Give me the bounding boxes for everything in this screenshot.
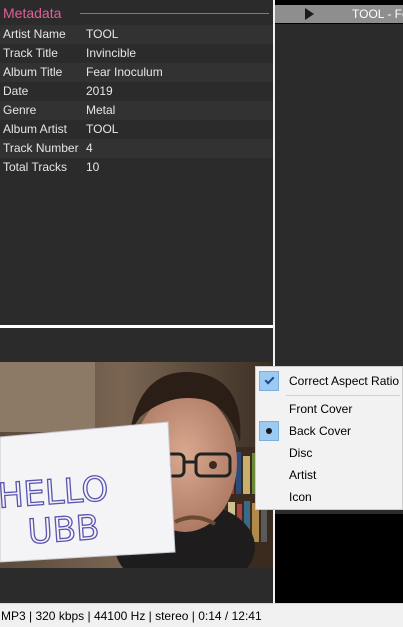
metadata-title: Metadata: [3, 5, 62, 21]
metadata-key: Total Tracks: [3, 160, 68, 174]
metadata-header: Metadata: [0, 4, 273, 24]
menu-item-artist[interactable]: Artist: [256, 464, 402, 486]
metadata-value: Metal: [86, 103, 116, 117]
radio-dot-icon: [259, 421, 279, 441]
metadata-value: 2019: [86, 84, 113, 98]
metadata-row-genre[interactable]: Genre Metal: [0, 101, 273, 120]
album-art-panel[interactable]: HELLO UBB: [0, 328, 273, 603]
menu-item-label: Disc: [289, 446, 313, 460]
menu-item-label: Artist: [289, 468, 317, 482]
metadata-value: TOOL: [86, 27, 119, 41]
album-art-context-menu: Correct Aspect Ratio Front Cover Back Co…: [255, 366, 403, 510]
metadata-header-rule: [80, 13, 269, 14]
metadata-key: Artist Name: [3, 27, 66, 41]
metadata-value: 10: [86, 160, 100, 174]
status-text: MP3 | 320 kbps | 44100 Hz | stereo | 0:1…: [1, 609, 262, 623]
play-icon: [305, 8, 314, 20]
album-art-photo: HELLO UBB: [0, 362, 273, 568]
metadata-value: Fear Inoculum: [86, 65, 163, 79]
menu-item-back-cover[interactable]: Back Cover: [256, 420, 402, 442]
menu-item-label: Front Cover: [289, 402, 353, 416]
check-icon: [259, 371, 279, 391]
album-art-image[interactable]: HELLO UBB: [0, 362, 273, 568]
metadata-row-date[interactable]: Date 2019: [0, 82, 273, 101]
metadata-table: Artist Name TOOL Track Title Invincible …: [0, 25, 273, 177]
menu-item-label: Icon: [289, 490, 312, 504]
metadata-row-track-title[interactable]: Track Title Invincible: [0, 44, 273, 63]
menu-item-label: Correct Aspect Ratio: [289, 374, 400, 388]
menu-item-front-cover[interactable]: Front Cover: [256, 398, 402, 420]
metadata-key: Album Title: [3, 65, 63, 79]
playlist-item-now-playing[interactable]: TOOL - Fe: [275, 5, 403, 23]
metadata-value: TOOL: [86, 122, 119, 136]
metadata-key: Track Title: [3, 46, 58, 60]
metadata-panel: Metadata Artist Name TOOL Track Title In…: [0, 0, 273, 325]
menu-separator: [286, 395, 400, 396]
metadata-row-album-artist[interactable]: Album Artist TOOL: [0, 120, 273, 139]
metadata-row-track-number[interactable]: Track Number 4: [0, 139, 273, 158]
metadata-key: Date: [3, 84, 29, 98]
metadata-row-artist-name[interactable]: Artist Name TOOL: [0, 25, 273, 44]
sign-text-line-2: UBB: [27, 508, 101, 553]
menu-item-correct-aspect-ratio[interactable]: Correct Aspect Ratio: [256, 370, 402, 392]
playlist-panel: TOOL - Fe: [275, 0, 403, 603]
metadata-key: Album Artist: [3, 122, 68, 136]
metadata-value: 4: [86, 141, 93, 155]
menu-item-label: Back Cover: [289, 424, 352, 438]
metadata-row-album-title[interactable]: Album Title Fear Inoculum: [0, 63, 273, 82]
metadata-row-total-tracks[interactable]: Total Tracks 10: [0, 158, 273, 177]
playlist-item-title: TOOL - Fe: [352, 7, 403, 21]
menu-item-disc[interactable]: Disc: [256, 442, 402, 464]
status-bar: MP3 | 320 kbps | 44100 Hz | stereo | 0:1…: [0, 603, 403, 627]
metadata-key: Genre: [3, 103, 37, 117]
metadata-key: Track Number: [3, 141, 79, 155]
metadata-value: Invincible: [86, 46, 137, 60]
menu-item-icon[interactable]: Icon: [256, 486, 402, 508]
